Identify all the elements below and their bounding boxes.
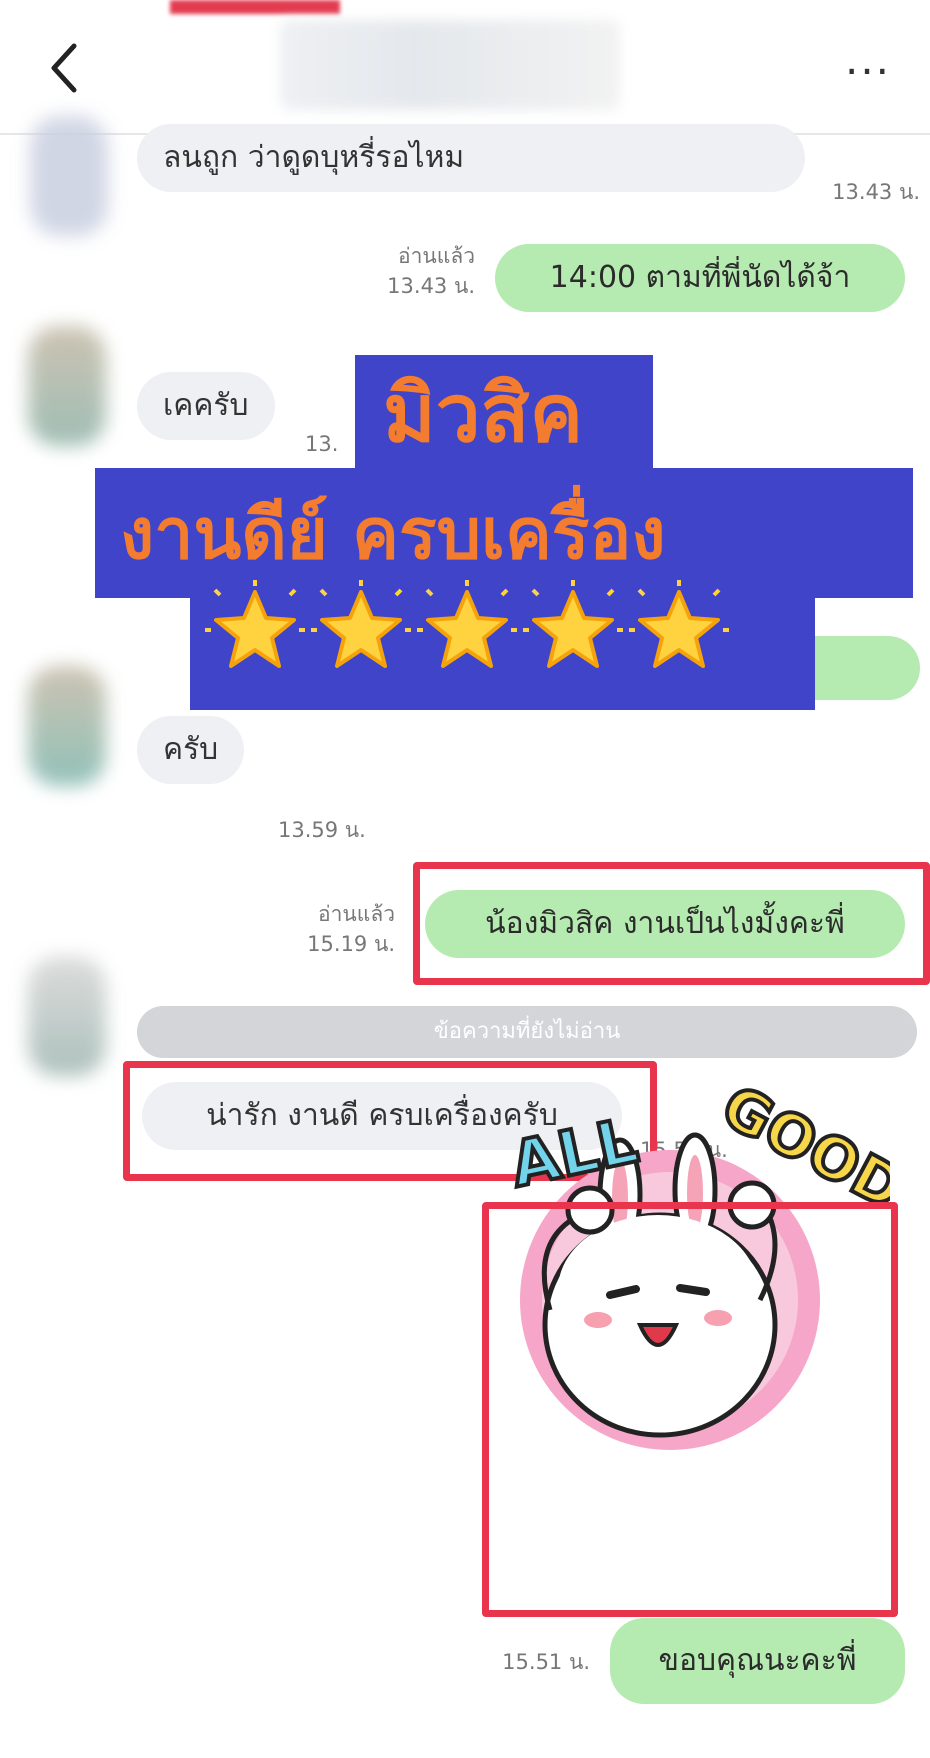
star-icon (417, 580, 517, 668)
more-options-button[interactable]: ... (838, 39, 898, 86)
chat-header: ... (0, 0, 930, 135)
message-bubble-incoming[interactable]: ครับ (137, 716, 245, 784)
message-bubble-incoming[interactable]: เคครับ (137, 372, 275, 440)
contact-avatar[interactable] (30, 116, 108, 236)
message-time: 15.19 น. (307, 932, 395, 956)
highlight-frame (413, 862, 930, 985)
message-time: 13.43 น. (387, 274, 475, 298)
overlay-title: มิวสิค (383, 367, 583, 460)
chevron-left-icon (51, 43, 77, 93)
header-accent (170, 0, 340, 14)
star-icon (205, 580, 305, 668)
chat-title-blurred (280, 20, 620, 110)
message-time: 15.51 น. (502, 1650, 590, 1674)
read-receipt: อ่านแล้ว (318, 902, 395, 926)
message-time: 13.43 น. (832, 180, 920, 204)
unread-divider: ข้อความที่ยังไม่อ่าน (137, 1006, 917, 1058)
message-bubble-outgoing[interactable]: ขอบคุณนะคะพี่ (610, 1618, 905, 1704)
star-icon (629, 580, 729, 668)
message-bubble-outgoing[interactable]: 14:00 ตามที่พี่นัดได้จ้า (495, 244, 905, 312)
message-time: 13. (305, 432, 339, 456)
message-time: 13.59 น. (278, 818, 366, 842)
overlay-rating-stars (205, 580, 735, 684)
contact-avatar[interactable] (28, 666, 106, 786)
highlight-frame (482, 1202, 898, 1617)
read-receipt: อ่านแล้ว (398, 244, 475, 268)
overlay-subtitle: งานดีย์ ครบเครื่อง (120, 493, 666, 575)
message-bubble-incoming[interactable]: ลนถูก ว่าดูดบุหรี่รอไหม (137, 124, 805, 192)
contact-avatar[interactable] (28, 956, 106, 1076)
star-icon (523, 580, 623, 668)
back-button[interactable] (40, 38, 90, 98)
contact-avatar[interactable] (28, 326, 106, 446)
star-icon (311, 580, 411, 668)
